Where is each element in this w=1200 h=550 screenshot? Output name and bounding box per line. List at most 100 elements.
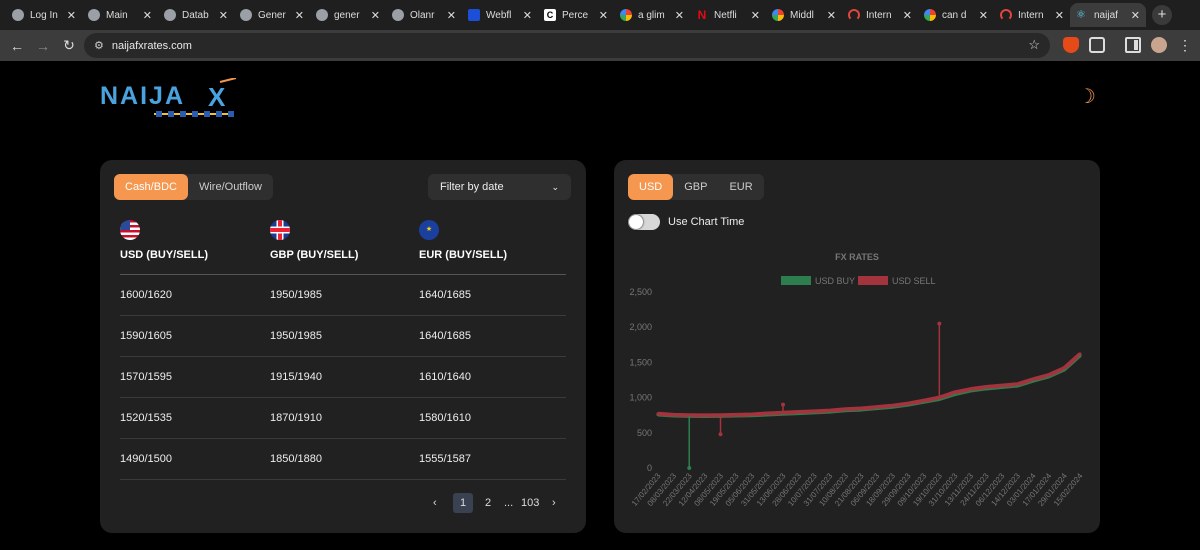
filter-by-date-dropdown[interactable]: Filter by date ⌄ [428,174,571,200]
close-tab-icon[interactable]: ✕ [143,9,152,22]
side-panel-icon[interactable] [1125,37,1141,53]
c-icon: C [544,9,556,21]
data-point [797,410,801,414]
use-chart-time-toggle[interactable] [628,214,660,230]
rate-cell: 1850/1880 [270,453,322,465]
tab-title: Main [106,9,128,21]
site-logo[interactable]: NAIJA X [100,77,240,120]
browser-tab[interactable]: Olanr ✕ [386,3,462,27]
y-tick-label: 0 [647,463,652,473]
browser-tab[interactable]: Webfl ✕ [462,3,538,27]
legend-label: USD SELL [892,276,936,286]
data-point [984,385,988,389]
speed-icon [848,9,860,21]
data-point [1047,373,1051,377]
spike-point [937,321,942,326]
browser-tab[interactable]: Intern ✕ [842,3,918,27]
table-row-divider [120,479,566,480]
close-tab-icon[interactable]: ✕ [1131,9,1140,22]
site-info-icon[interactable]: ⚙ [94,39,104,52]
data-point [1031,377,1035,381]
browser-tab[interactable]: Intern ✕ [994,3,1070,27]
close-tab-icon[interactable]: ✕ [751,9,760,22]
close-tab-icon[interactable]: ✕ [67,9,76,22]
forward-icon[interactable]: → [30,38,56,54]
logo-text: NAIJA [100,82,185,110]
spike-point [718,432,723,437]
pagination-page-current[interactable]: 1 [453,493,473,513]
profile-avatar[interactable] [1151,37,1167,53]
address-bar[interactable]: ⚙ naijafxrates.com ☆ [84,33,1050,58]
data-point [906,401,910,406]
close-tab-icon[interactable]: ✕ [903,9,912,22]
wordpress-icon [240,9,252,21]
browser-tab[interactable]: can d ✕ [918,3,994,27]
close-tab-icon[interactable]: ✕ [371,9,380,22]
tab-title: Datab [182,9,209,21]
browser-tab[interactable]: C Perce ✕ [538,3,614,27]
data-point [672,413,676,417]
tab-wire-outflow[interactable]: Wire/Outflow [188,174,273,200]
rate-cell: 1555/1587 [419,453,471,465]
extensions-puzzle-icon[interactable] [1089,37,1105,53]
legend-swatch [858,276,888,285]
rates-card: Cash/BDC Wire/Outflow Filter by date ⌄ ★… [100,160,586,533]
close-tab-icon[interactable]: ✕ [1055,9,1064,22]
close-tab-icon[interactable]: ✕ [599,9,608,22]
browser-tab[interactable]: Main ✕ [82,3,158,27]
close-tab-icon[interactable]: ✕ [979,9,988,22]
tab-cash-bdc[interactable]: Cash/BDC [114,174,188,200]
globe-icon [316,9,328,21]
browser-tab[interactable]: gener ✕ [310,3,386,27]
browser-tab-active[interactable]: ⚛ naijaf ✕ [1070,3,1146,27]
browser-tab[interactable]: a glim ✕ [614,3,690,27]
rate-cell: 1950/1985 [270,289,322,301]
close-tab-icon[interactable]: ✕ [219,9,228,22]
back-icon[interactable]: ← [4,38,30,54]
column-header-eur: EUR (BUY/SELL) [419,249,507,261]
pagination-prev-icon[interactable]: ‹ [433,497,437,509]
dark-mode-toggle-icon[interactable]: ☽ [1078,86,1100,108]
browser-tab[interactable]: Gener ✕ [234,3,310,27]
reload-icon[interactable]: ↻ [56,37,82,54]
extension-shield-icon[interactable] [1063,37,1079,53]
pagination-page-next[interactable]: 2 [485,497,491,509]
globe-icon [12,9,24,21]
close-tab-icon[interactable]: ✕ [827,9,836,22]
bookmark-star-icon[interactable]: ☆ [1028,37,1040,53]
tab-title: Olanr [410,9,435,21]
spike-point [687,466,692,470]
pagination-next-icon[interactable]: › [552,497,556,509]
tab-gbp[interactable]: GBP [673,174,718,200]
speed-icon [1000,9,1012,21]
pagination-page-last[interactable]: 103 [521,497,539,509]
filter-label: Filter by date [440,181,504,193]
table-row-divider [120,397,566,398]
y-tick-label: 2,000 [629,322,652,332]
browser-tab[interactable]: Datab ✕ [158,3,234,27]
tab-usd[interactable]: USD [628,174,674,200]
chart-card: USD GBP EUR Use Chart Time FX RATES USD B… [614,160,1100,533]
close-tab-icon[interactable]: ✕ [295,9,304,22]
browser-tab[interactable]: Log In ✕ [6,3,82,27]
data-point [922,399,926,403]
new-tab-button[interactable]: + [1152,5,1172,25]
kebab-menu-icon[interactable]: ⋮ [1177,37,1193,53]
tab-eur[interactable]: EUR [718,174,763,200]
close-tab-icon[interactable]: ✕ [523,9,532,22]
tab-title: a glim [638,9,665,21]
chevron-down-icon: ⌄ [551,182,559,192]
webflow-icon [468,9,480,21]
close-tab-icon[interactable]: ✕ [675,9,684,22]
browser-tab[interactable]: N Netfli ✕ [690,3,766,27]
data-point [703,413,707,417]
wordpress-icon [88,9,100,21]
globe-icon [164,9,176,21]
rate-cell: 1600/1620 [120,289,172,301]
close-tab-icon[interactable]: ✕ [447,9,456,22]
table-row-divider [120,438,566,439]
data-point [812,409,816,413]
data-point [953,390,957,394]
browser-tab[interactable]: Middl ✕ [766,3,842,27]
table-divider [120,274,566,275]
